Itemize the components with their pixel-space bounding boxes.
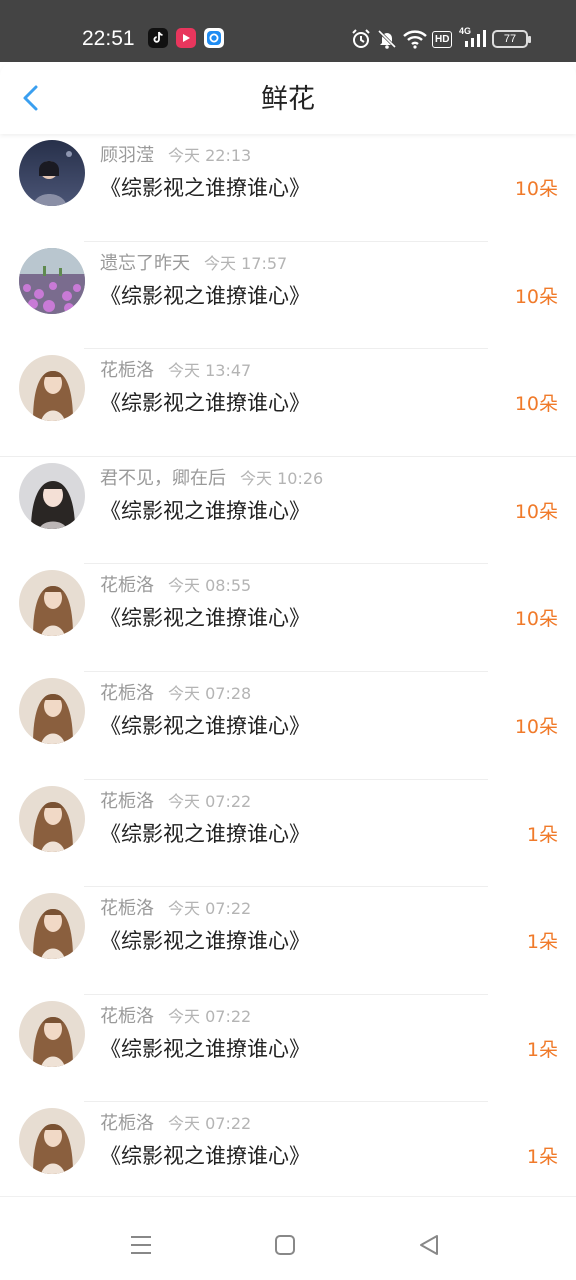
avatar[interactable] <box>19 1108 85 1175</box>
timestamp: 今天 08:55 <box>168 576 252 596</box>
flower-count: 1朵 <box>526 1146 558 1169</box>
timestamp: 今天 07:22 <box>168 1114 252 1134</box>
timestamp: 今天 17:57 <box>204 253 288 273</box>
net-label: 4G <box>459 26 472 36</box>
flower-count: 10朵 <box>514 178 558 200</box>
status-time: 22:51 <box>82 27 135 50</box>
status-bar: 22:51 HD 4G 77 <box>0 0 576 62</box>
item-meta: 花栀洛 今天 07:22 <box>100 790 251 814</box>
item-meta: 花栀洛 今天 07:22 <box>100 897 251 921</box>
book-title[interactable]: 《综影视之谁撩谁心》 <box>100 497 310 525</box>
list-item[interactable]: 花栀洛 今天 13:47 《综影视之谁撩谁心》 10朵 <box>0 349 576 457</box>
list-item[interactable]: 花栀洛 今天 07:22 《综影视之谁撩谁心》 1朵 <box>0 995 576 1103</box>
menu-icon <box>131 1236 151 1254</box>
item-meta: 花栀洛 今天 07:28 <box>100 682 251 706</box>
battery-icon: 77 <box>492 30 531 48</box>
username[interactable]: 花栀洛 <box>100 360 154 381</box>
system-nav-bar <box>0 1196 576 1280</box>
username[interactable]: 花栀洛 <box>100 791 154 812</box>
item-meta: 花栀洛 今天 08:55 <box>100 574 251 598</box>
list-item[interactable]: 花栀洛 今天 07:22 《综影视之谁撩谁心》 1朵 <box>0 780 576 888</box>
avatar[interactable] <box>19 677 85 744</box>
item-meta: 遗忘了昨天 今天 17:57 <box>100 252 287 276</box>
list-item[interactable]: 顾羽滢 今天 22:13 《综影视之谁撩谁心》 10朵 <box>0 134 576 242</box>
flower-count: 10朵 <box>514 608 558 631</box>
avatar[interactable] <box>19 247 85 314</box>
book-title[interactable]: 《综影视之谁撩谁心》 <box>100 1142 310 1170</box>
username[interactable]: 遗忘了昨天 <box>100 253 190 274</box>
video-app-icon <box>176 28 196 48</box>
avatar[interactable] <box>19 462 85 529</box>
browser-app-icon <box>204 28 224 48</box>
back-triangle-icon <box>420 1235 438 1255</box>
book-title[interactable]: 《综影视之谁撩谁心》 <box>100 820 310 848</box>
book-title[interactable]: 《综影视之谁撩谁心》 <box>100 1035 310 1063</box>
signal-4g-icon: 4G <box>459 26 491 50</box>
avatar[interactable] <box>19 570 85 637</box>
hd-icon: HD <box>432 28 453 50</box>
username[interactable]: 花栀洛 <box>100 575 154 596</box>
timestamp: 今天 07:22 <box>168 1006 252 1026</box>
alarm-icon <box>350 28 372 50</box>
list-item[interactable]: 花栀洛 今天 07:22 《综影视之谁撩谁心》 1朵 <box>0 887 576 995</box>
flower-count: 1朵 <box>526 1038 558 1061</box>
avatar[interactable] <box>19 140 85 206</box>
flower-count: 10朵 <box>514 500 558 523</box>
book-title[interactable]: 《综影视之谁撩谁心》 <box>100 927 310 955</box>
list-item[interactable]: 花栀洛 今天 07:28 《综影视之谁撩谁心》 10朵 <box>0 672 576 780</box>
timestamp: 今天 07:22 <box>168 899 252 919</box>
flower-count: 10朵 <box>514 715 558 738</box>
item-meta: 君不见，卿在后 今天 10:26 <box>100 467 323 491</box>
avatar[interactable] <box>19 355 85 422</box>
item-meta: 花栀洛 今天 07:22 <box>100 1005 251 1029</box>
list-item[interactable]: 花栀洛 今天 08:55 《综影视之谁撩谁心》 10朵 <box>0 564 576 672</box>
item-meta: 花栀洛 今天 07:22 <box>100 1112 251 1136</box>
username[interactable]: 花栀洛 <box>100 898 154 919</box>
list-item[interactable]: 君不见，卿在后 今天 10:26 《综影视之谁撩谁心》 10朵 <box>0 457 576 565</box>
flower-count: 1朵 <box>526 823 558 846</box>
home-icon <box>275 1235 295 1255</box>
book-title[interactable]: 《综影视之谁撩谁心》 <box>100 712 310 740</box>
mute-icon <box>376 28 398 50</box>
book-title[interactable]: 《综影视之谁撩谁心》 <box>100 604 310 632</box>
username[interactable]: 花栀洛 <box>100 1006 154 1027</box>
flower-record-list: 顾羽滢 今天 22:13 《综影视之谁撩谁心》 10朵 遗忘了昨天 今天 17:57 《综影… <box>0 134 576 1210</box>
home-button[interactable] <box>273 1233 297 1257</box>
flower-count: 10朵 <box>514 393 558 416</box>
battery-level: 77 <box>503 33 517 45</box>
menu-button[interactable] <box>129 1233 153 1257</box>
username[interactable]: 顾羽滢 <box>100 145 154 166</box>
username[interactable]: 花栀洛 <box>100 1113 154 1134</box>
tiktok-icon <box>148 28 168 48</box>
item-meta: 花栀洛 今天 13:47 <box>100 359 251 383</box>
flower-count: 1朵 <box>526 931 558 954</box>
hd-label: HD <box>432 30 453 48</box>
avatar[interactable] <box>19 893 85 960</box>
nav-bar: 鲜花 <box>0 62 576 134</box>
avatar[interactable] <box>19 785 85 852</box>
timestamp: 今天 07:28 <box>168 683 252 703</box>
timestamp: 今天 22:13 <box>168 146 252 165</box>
wifi-icon <box>402 28 428 50</box>
avatar[interactable] <box>19 1000 85 1067</box>
flower-count: 10朵 <box>514 285 558 308</box>
book-title[interactable]: 《综影视之谁撩谁心》 <box>100 174 310 202</box>
page-title: 鲜花 <box>261 84 315 115</box>
username[interactable]: 花栀洛 <box>100 683 154 704</box>
item-meta: 顾羽滢 今天 22:13 <box>100 144 251 168</box>
back-nav-button[interactable] <box>417 1233 441 1257</box>
timestamp: 今天 10:26 <box>240 468 324 488</box>
username[interactable]: 君不见，卿在后 <box>100 468 226 489</box>
timestamp: 今天 07:22 <box>168 791 252 811</box>
list-item[interactable]: 花栀洛 今天 07:22 《综影视之谁撩谁心》 1朵 <box>0 1102 576 1210</box>
book-title[interactable]: 《综影视之谁撩谁心》 <box>100 282 310 310</box>
book-title[interactable]: 《综影视之谁撩谁心》 <box>100 389 310 417</box>
timestamp: 今天 13:47 <box>168 361 252 381</box>
list-item[interactable]: 遗忘了昨天 今天 17:57 《综影视之谁撩谁心》 10朵 <box>0 242 576 350</box>
